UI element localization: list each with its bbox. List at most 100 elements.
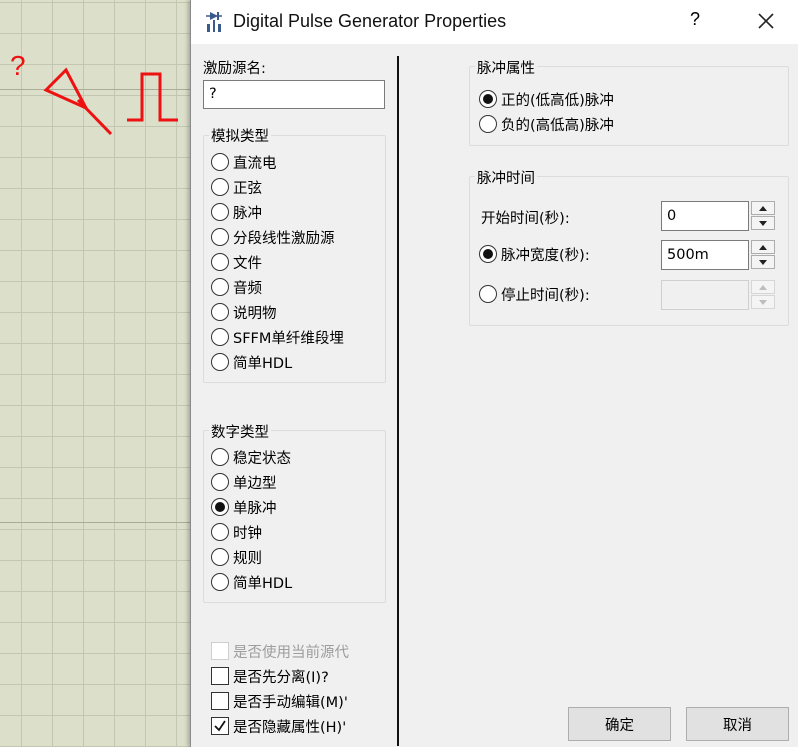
checkbox-label: 是否手动编辑(M)' (233, 694, 348, 711)
radio-label: 脉冲 (233, 205, 262, 222)
pulse-generator-symbol[interactable] (0, 0, 190, 160)
radio-analog-pulse[interactable]: 脉冲 (211, 201, 262, 223)
radio-circle (211, 153, 229, 171)
ok-button[interactable]: 确定 (568, 707, 671, 741)
radio-label: 分段线性激励源 (233, 230, 335, 247)
checkbox-exclude-sim[interactable]: 是否先分离(I)? (211, 665, 329, 687)
radio-label: 负的(高低高)脉冲 (501, 117, 614, 134)
radio-circle (479, 90, 497, 108)
radio-pulse-width[interactable]: 脉冲宽度(秒): (479, 243, 590, 265)
radio-label: 正的(低高低)脉冲 (501, 92, 614, 109)
radio-digital-steady[interactable]: 稳定状态 (211, 446, 291, 468)
analog-type-label: 模拟类型 (209, 125, 271, 146)
checkbox-box (211, 667, 229, 685)
source-name-label: 激励源名: (203, 61, 266, 77)
start-time-spinner[interactable]: 0 (661, 201, 777, 231)
triangle-up-icon (759, 244, 767, 250)
radio-selected-dot (483, 94, 493, 104)
stop-time-input (661, 280, 749, 310)
radio-label: 正弦 (233, 180, 262, 197)
radio-circle (211, 328, 229, 346)
stop-time-spinner (661, 280, 777, 310)
radio-label: 说明物 (233, 305, 277, 322)
triangle-down-icon (759, 220, 767, 226)
checkbox-use-default: 是否使用当前源代 (211, 640, 349, 662)
radio-stop-time[interactable]: 停止时间(秒): (479, 283, 590, 305)
radio-circle (211, 203, 229, 221)
radio-digital-pattern[interactable]: 规则 (211, 546, 262, 568)
digital-type-label: 数字类型 (209, 421, 271, 442)
pulse-width-spinner[interactable]: 500m (661, 240, 777, 270)
radio-label: 脉冲宽度(秒): (501, 247, 590, 264)
triangle-down-icon (759, 299, 767, 305)
spin-down-button[interactable] (751, 216, 775, 230)
radio-label: 单脉冲 (233, 500, 277, 517)
triangle-up-icon (759, 284, 767, 290)
radio-circle (211, 228, 229, 246)
properties-dialog: Digital Pulse Generator Properties ? 激励源… (190, 0, 798, 747)
dialog-title: Digital Pulse Generator Properties (233, 11, 507, 31)
schematic-canvas[interactable]: ? (0, 0, 190, 747)
pulse-polarity-label: 脉冲属性 (475, 57, 537, 78)
radio-label: 简单HDL (233, 355, 293, 372)
cancel-button[interactable]: 取消 (686, 707, 789, 741)
radio-analog-dc[interactable]: 直流电 (211, 151, 277, 173)
radio-label: SFFM单纤维段埋 (233, 330, 344, 347)
pulse-timing-label: 脉冲时间 (475, 167, 537, 188)
radio-analog-sine[interactable]: 正弦 (211, 176, 262, 198)
radio-label: 单边型 (233, 475, 277, 492)
radio-label: 简单HDL (233, 575, 293, 592)
radio-circle (211, 303, 229, 321)
triangle-up-icon (759, 205, 767, 211)
radio-analog-sffm[interactable]: SFFM单纤维段埋 (211, 326, 344, 348)
checkmark-icon (214, 720, 226, 732)
checkbox-box (211, 692, 229, 710)
checkbox-label: 是否隐藏属性(H)' (233, 719, 347, 736)
checkbox-hide-properties[interactable]: 是否隐藏属性(H)' (211, 715, 346, 737)
radio-circle (211, 178, 229, 196)
radio-digital-edge[interactable]: 单边型 (211, 471, 277, 493)
radio-label: 规则 (233, 550, 262, 567)
checkbox-box (211, 717, 229, 735)
radio-circle (479, 285, 497, 303)
close-icon[interactable] (753, 8, 779, 34)
radio-digital-clock[interactable]: 时钟 (211, 521, 262, 543)
spin-down-button[interactable] (751, 255, 775, 269)
radio-circle (211, 278, 229, 296)
checkbox-label: 是否使用当前源代 (233, 644, 349, 661)
start-time-label: 开始时间(秒): (481, 211, 570, 227)
radio-negative-pulse[interactable]: 负的(高低高)脉冲 (479, 113, 614, 135)
checkbox-box (211, 642, 229, 660)
radio-label: 音频 (233, 280, 262, 297)
source-name-input[interactable]: ? (203, 80, 385, 109)
spin-up-button[interactable] (751, 240, 775, 254)
spin-up-button[interactable] (751, 201, 775, 215)
radio-digital-hdl[interactable]: 简单HDL (211, 571, 292, 593)
radio-circle (479, 115, 497, 133)
radio-digital-single-pulse[interactable]: 单脉冲 (211, 496, 277, 518)
radio-analog-hdl[interactable]: 简单HDL (211, 351, 292, 373)
title-bar[interactable]: Digital Pulse Generator Properties ? (191, 0, 798, 44)
radio-circle (211, 353, 229, 371)
pulse-width-input[interactable]: 500m (661, 240, 749, 270)
radio-analog-audio[interactable]: 音频 (211, 276, 262, 298)
radio-circle (211, 498, 229, 516)
radio-label: 停止时间(秒): (501, 287, 590, 304)
grid-major-line (0, 522, 190, 523)
radio-analog-pwlin[interactable]: 分段线性激励源 (211, 226, 335, 248)
checkbox-manual-edit[interactable]: 是否手动编辑(M)' (211, 690, 348, 712)
help-button[interactable]: ? (685, 9, 705, 30)
radio-label: 直流电 (233, 155, 277, 172)
radio-positive-pulse[interactable]: 正的(低高低)脉冲 (479, 88, 614, 110)
triangle-down-icon (759, 259, 767, 265)
radio-circle (211, 523, 229, 541)
start-time-input[interactable]: 0 (661, 201, 749, 231)
radio-circle (211, 253, 229, 271)
radio-analog-exp[interactable]: 说明物 (211, 301, 277, 323)
radio-circle (211, 573, 229, 591)
radio-label: 稳定状态 (233, 450, 291, 467)
radio-circle (211, 548, 229, 566)
radio-label: 时钟 (233, 525, 262, 542)
radio-analog-file[interactable]: 文件 (211, 251, 262, 273)
checkbox-label: 是否先分离(I)? (233, 669, 329, 686)
